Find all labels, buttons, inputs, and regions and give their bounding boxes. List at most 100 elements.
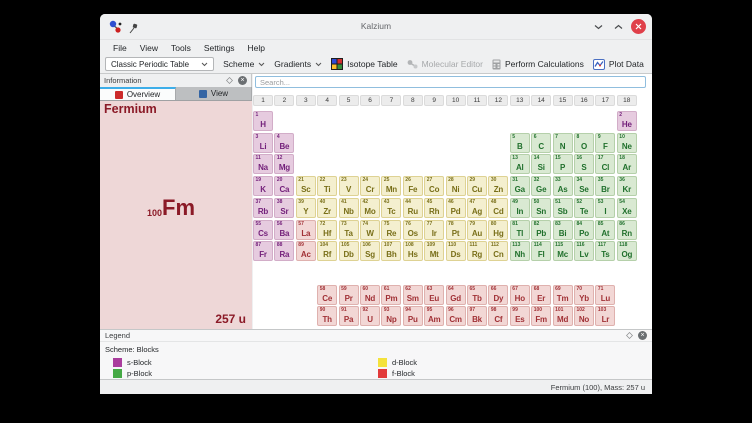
element-cell-ru[interactable]: 44Ru — [403, 198, 423, 218]
element-cell-c[interactable]: 6C — [531, 133, 551, 153]
element-cell-pt[interactable]: 78Pt — [446, 220, 466, 240]
element-cell-h[interactable]: 1H — [253, 111, 273, 131]
element-cell-ga[interactable]: 31Ga — [510, 176, 530, 196]
float-panel-icon[interactable] — [226, 77, 233, 84]
maximize-icon[interactable] — [611, 20, 625, 34]
menu-item-help[interactable]: Help — [248, 43, 265, 53]
element-cell-dy[interactable]: 66Dy — [488, 285, 508, 305]
element-cell-s[interactable]: 16S — [574, 154, 594, 174]
element-cell-li[interactable]: 3Li — [253, 133, 273, 153]
element-cell-tm[interactable]: 69Tm — [553, 285, 573, 305]
element-cell-yb[interactable]: 70Yb — [574, 285, 594, 305]
element-cell-sc[interactable]: 21Sc — [296, 176, 316, 196]
element-cell-fl[interactable]: 114Fl — [531, 241, 551, 261]
menu-item-view[interactable]: View — [140, 43, 158, 53]
element-cell-os[interactable]: 76Os — [403, 220, 423, 240]
element-cell-er[interactable]: 68Er — [531, 285, 551, 305]
element-cell-mo[interactable]: 42Mo — [360, 198, 380, 218]
element-cell-cu[interactable]: 29Cu — [467, 176, 487, 196]
element-cell-he[interactable]: 2He — [617, 111, 637, 131]
element-cell-cm[interactable]: 96Cm — [446, 306, 466, 326]
element-cell-tl[interactable]: 81Tl — [510, 220, 530, 240]
element-cell-in[interactable]: 49In — [510, 198, 530, 218]
minimize-icon[interactable] — [591, 20, 605, 34]
element-cell-au[interactable]: 79Au — [467, 220, 487, 240]
element-cell-at[interactable]: 85At — [595, 220, 615, 240]
element-cell-th[interactable]: 90Th — [317, 306, 337, 326]
tab-overview[interactable]: Overview — [100, 87, 176, 100]
search-input[interactable] — [255, 76, 646, 88]
element-cell-ar[interactable]: 18Ar — [617, 154, 637, 174]
element-cell-bh[interactable]: 107Bh — [381, 241, 401, 261]
element-cell-lr[interactable]: 103Lr — [595, 306, 615, 326]
element-cell-cd[interactable]: 48Cd — [488, 198, 508, 218]
element-cell-i[interactable]: 53I — [595, 198, 615, 218]
element-cell-ts[interactable]: 117Ts — [595, 241, 615, 261]
element-cell-sr[interactable]: 38Sr — [274, 198, 294, 218]
element-cell-sn[interactable]: 50Sn — [531, 198, 551, 218]
element-cell-bk[interactable]: 97Bk — [467, 306, 487, 326]
element-cell-fe[interactable]: 26Fe — [403, 176, 423, 196]
element-cell-ce[interactable]: 58Ce — [317, 285, 337, 305]
isotope-table-button[interactable]: Isotope Table — [331, 58, 397, 70]
element-cell-bi[interactable]: 83Bi — [553, 220, 573, 240]
element-cell-po[interactable]: 84Po — [574, 220, 594, 240]
element-cell-fm[interactable]: 100Fm — [531, 306, 551, 326]
element-cell-ni[interactable]: 28Ni — [446, 176, 466, 196]
element-cell-al[interactable]: 13Al — [510, 154, 530, 174]
menu-item-tools[interactable]: Tools — [171, 43, 191, 53]
menu-item-settings[interactable]: Settings — [204, 43, 235, 53]
tab-view[interactable]: View — [176, 87, 252, 100]
element-cell-ra[interactable]: 88Ra — [274, 241, 294, 261]
element-cell-no[interactable]: 102No — [574, 306, 594, 326]
element-cell-md[interactable]: 101Md — [553, 306, 573, 326]
element-cell-cr[interactable]: 24Cr — [360, 176, 380, 196]
element-cell-y[interactable]: 39Y — [296, 198, 316, 218]
element-cell-rn[interactable]: 86Rn — [617, 220, 637, 240]
element-cell-te[interactable]: 52Te — [574, 198, 594, 218]
element-cell-pb[interactable]: 82Pb — [531, 220, 551, 240]
element-cell-p[interactable]: 15P — [553, 154, 573, 174]
element-cell-pr[interactable]: 59Pr — [339, 285, 359, 305]
element-cell-n[interactable]: 7N — [553, 133, 573, 153]
element-cell-rb[interactable]: 37Rb — [253, 198, 273, 218]
table-type-combo[interactable]: Classic Periodic Table — [105, 57, 214, 71]
element-cell-ba[interactable]: 56Ba — [274, 220, 294, 240]
element-cell-rf[interactable]: 104Rf — [317, 241, 337, 261]
element-cell-sm[interactable]: 62Sm — [403, 285, 423, 305]
element-cell-co[interactable]: 27Co — [424, 176, 444, 196]
element-cell-np[interactable]: 93Np — [381, 306, 401, 326]
element-cell-nh[interactable]: 113Nh — [510, 241, 530, 261]
element-cell-hs[interactable]: 108Hs — [403, 241, 423, 261]
element-cell-es[interactable]: 99Es — [510, 306, 530, 326]
element-cell-mn[interactable]: 25Mn — [381, 176, 401, 196]
perform-calculations-button[interactable]: Perform Calculations — [492, 59, 584, 70]
element-cell-o[interactable]: 8O — [574, 133, 594, 153]
close-icon[interactable] — [631, 19, 646, 34]
element-cell-pa[interactable]: 91Pa — [339, 306, 359, 326]
element-cell-w[interactable]: 74W — [360, 220, 380, 240]
element-cell-fr[interactable]: 87Fr — [253, 241, 273, 261]
element-cell-ac[interactable]: 89Ac — [296, 241, 316, 261]
element-cell-mc[interactable]: 115Mc — [553, 241, 573, 261]
element-cell-ta[interactable]: 73Ta — [339, 220, 359, 240]
element-cell-tb[interactable]: 65Tb — [467, 285, 487, 305]
element-cell-be[interactable]: 4Be — [274, 133, 294, 153]
element-cell-eu[interactable]: 63Eu — [424, 285, 444, 305]
element-cell-ho[interactable]: 67Ho — [510, 285, 530, 305]
element-cell-rh[interactable]: 45Rh — [424, 198, 444, 218]
element-cell-ag[interactable]: 47Ag — [467, 198, 487, 218]
element-cell-as[interactable]: 33As — [553, 176, 573, 196]
element-cell-mg[interactable]: 12Mg — [274, 154, 294, 174]
element-cell-rg[interactable]: 111Rg — [467, 241, 487, 261]
scheme-button[interactable]: Scheme — [223, 59, 265, 69]
plot-data-button[interactable]: Plot Data — [593, 59, 644, 70]
element-cell-hg[interactable]: 80Hg — [488, 220, 508, 240]
element-cell-cs[interactable]: 55Cs — [253, 220, 273, 240]
element-cell-si[interactable]: 14Si — [531, 154, 551, 174]
element-cell-kr[interactable]: 36Kr — [617, 176, 637, 196]
element-cell-nb[interactable]: 41Nb — [339, 198, 359, 218]
element-cell-nd[interactable]: 60Nd — [360, 285, 380, 305]
element-cell-re[interactable]: 75Re — [381, 220, 401, 240]
element-cell-ge[interactable]: 32Ge — [531, 176, 551, 196]
